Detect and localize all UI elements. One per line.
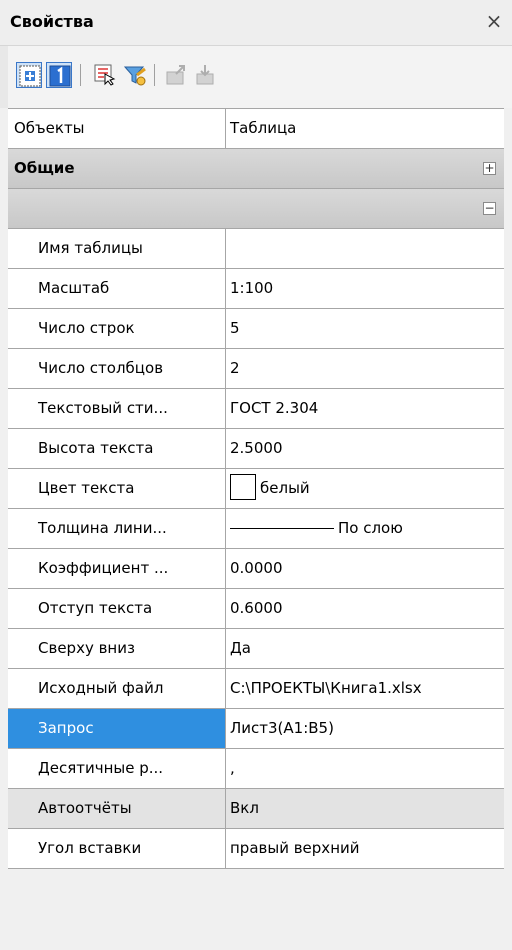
property-row-text-margin[interactable]: Отступ текста 0.6000 — [8, 589, 504, 629]
property-value: По слою — [338, 519, 403, 537]
property-label: Высота текста — [8, 429, 226, 468]
property-value[interactable]: 5 — [226, 309, 504, 348]
property-value[interactable]: 0.6000 — [226, 589, 504, 628]
category-table[interactable]: − — [8, 189, 504, 229]
property-label: Толщина лини... — [8, 509, 226, 548]
property-label: Цвет текста — [8, 469, 226, 508]
property-row-decimal[interactable]: Десятичные р... , — [8, 749, 504, 789]
property-label: Запрос — [8, 709, 226, 748]
category-general[interactable]: Общие + — [8, 149, 504, 189]
panel-title-bar: Свойства × — [0, 0, 512, 46]
property-value-cell[interactable]: белый — [226, 469, 504, 508]
property-row-text-color[interactable]: Цвет текста белый — [8, 469, 504, 509]
properties-panel: Свойства × Объекты Таблица Общие + − Имя… — [0, 0, 512, 950]
property-label: Десятичные р... — [8, 749, 226, 788]
toolbar-separator — [154, 64, 155, 86]
property-label: Коэффициент ... — [8, 549, 226, 588]
property-value[interactable]: Лист3(A1:B5) — [226, 709, 504, 748]
property-value[interactable]: ГОСТ 2.304 — [226, 389, 504, 428]
property-row-source-file[interactable]: Исходный файл C:\ПРОЕКТЫ\Книга1.xlsx — [8, 669, 504, 709]
line-weight-sample — [230, 528, 334, 529]
property-value[interactable]: 1:100 — [226, 269, 504, 308]
property-value-cell[interactable]: По слою — [226, 509, 504, 548]
import-icon[interactable] — [194, 62, 220, 88]
property-label: Исходный файл — [8, 669, 226, 708]
property-row-text-height[interactable]: Высота текста 2.5000 — [8, 429, 504, 469]
color-swatch — [230, 474, 256, 500]
property-row-coefficient[interactable]: Коэффициент ... 0.0000 — [8, 549, 504, 589]
select-all-icon[interactable] — [16, 62, 42, 88]
property-row-columns[interactable]: Число столбцов 2 — [8, 349, 504, 389]
property-row-text-style[interactable]: Текстовый сти... ГОСТ 2.304 — [8, 389, 504, 429]
property-row-top-down[interactable]: Сверху вниз Да — [8, 629, 504, 669]
objects-row[interactable]: Объекты Таблица — [8, 109, 504, 149]
property-label: Сверху вниз — [8, 629, 226, 668]
property-value[interactable]: правый верхний — [226, 829, 504, 868]
property-row-table-name[interactable]: Имя таблицы — [8, 229, 504, 269]
property-row-autoreports[interactable]: Автоотчёты Вкл — [8, 789, 504, 829]
panel-title: Свойства — [10, 12, 94, 31]
property-label: Угол вставки — [8, 829, 226, 868]
property-row-query[interactable]: Запрос Лист3(A1:B5) — [8, 709, 504, 749]
property-row-scale[interactable]: Масштаб 1:100 — [8, 269, 504, 309]
property-value[interactable]: , — [226, 749, 504, 788]
toolbar-separator — [80, 64, 81, 86]
property-value[interactable]: C:\ПРОЕКТЫ\Книга1.xlsx — [226, 669, 504, 708]
pick-objects-icon[interactable] — [92, 62, 118, 88]
property-label: Автоотчёты — [8, 789, 226, 828]
category-label: Общие — [14, 159, 75, 177]
property-value[interactable] — [226, 229, 504, 268]
property-grid: Объекты Таблица Общие + − Имя таблицы Ма… — [8, 108, 504, 869]
property-label: Имя таблицы — [8, 229, 226, 268]
property-label: Масштаб — [8, 269, 226, 308]
close-icon[interactable]: × — [480, 6, 508, 36]
property-value: белый — [260, 479, 310, 497]
expand-icon[interactable]: + — [483, 162, 496, 175]
property-value[interactable]: 2 — [226, 349, 504, 388]
property-row-insert-angle[interactable]: Угол вставки правый верхний — [8, 829, 504, 869]
property-row-rows[interactable]: Число строк 5 — [8, 309, 504, 349]
property-label: Текстовый сти... — [8, 389, 226, 428]
single-select-icon[interactable] — [46, 62, 72, 88]
property-value[interactable]: 0.0000 — [226, 549, 504, 588]
objects-label: Объекты — [8, 109, 226, 148]
collapse-icon[interactable]: − — [483, 202, 496, 215]
property-label: Число столбцов — [8, 349, 226, 388]
property-value[interactable]: Вкл — [226, 789, 504, 828]
objects-value[interactable]: Таблица — [226, 109, 504, 148]
property-label: Число строк — [8, 309, 226, 348]
toolbar — [0, 46, 512, 108]
property-row-line-weight[interactable]: Толщина лини... По слою — [8, 509, 504, 549]
property-value[interactable]: 2.5000 — [226, 429, 504, 468]
property-label: Отступ текста — [8, 589, 226, 628]
property-value[interactable]: Да — [226, 629, 504, 668]
export-icon[interactable] — [164, 62, 190, 88]
filter-icon[interactable] — [122, 62, 148, 88]
